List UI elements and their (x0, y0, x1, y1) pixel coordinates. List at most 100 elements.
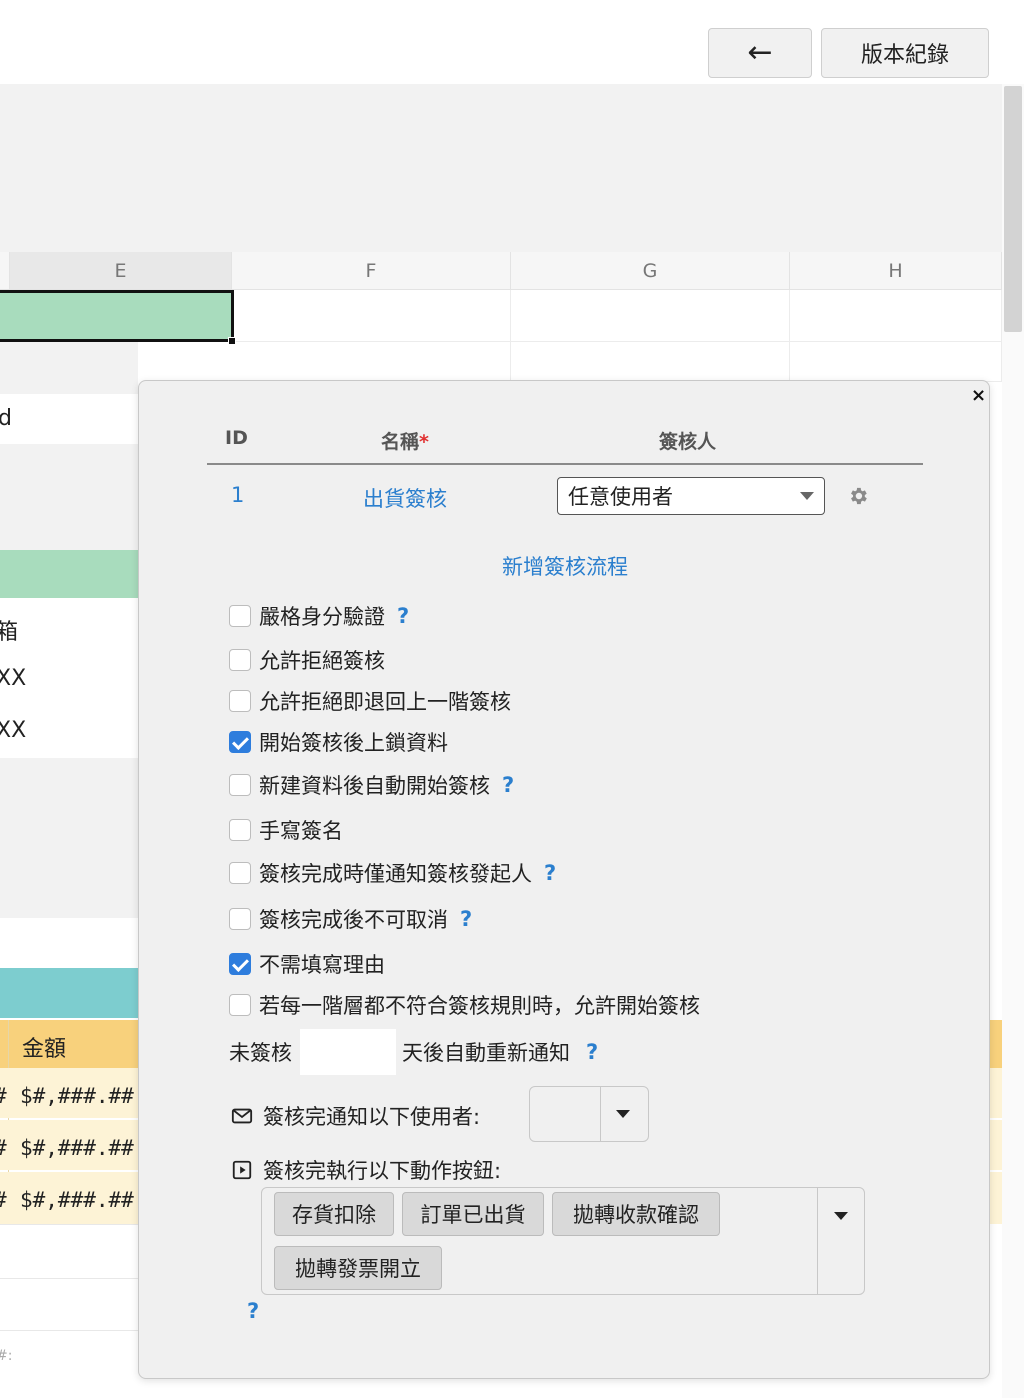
chevron-down-icon[interactable] (834, 1212, 848, 1220)
help-icon[interactable]: ? (247, 1299, 259, 1323)
cell[interactable] (232, 290, 511, 342)
checkbox[interactable] (229, 690, 251, 712)
amount-header-cell (0, 1020, 138, 1068)
checkbox-checked[interactable] (229, 731, 251, 753)
row-band (0, 444, 138, 502)
play-square-icon (232, 1160, 252, 1180)
amount-cell: $#,###.## (20, 1136, 134, 1160)
column-name-header: 名稱* (381, 427, 429, 454)
option-allow-reject[interactable]: 允許拒絕簽核 (229, 647, 385, 673)
cell[interactable] (511, 290, 790, 342)
option-auto-start[interactable]: 新建資料後自動開始簽核 ? (229, 772, 514, 798)
option-label: 允許拒絕簽核 (259, 649, 385, 673)
help-icon[interactable]: ? (460, 907, 472, 931)
action-tag-invoice-issue[interactable]: 拋轉發票開立 (274, 1246, 442, 1290)
close-icon[interactable]: × (971, 385, 986, 406)
gear-icon[interactable] (847, 485, 869, 507)
notify-users-label: 簽核完通知以下使用者: (263, 1105, 481, 1129)
action-buttons-row: 簽核完執行以下動作按鈕: (231, 1155, 501, 1185)
help-icon[interactable]: ? (586, 1040, 598, 1064)
option-no-cancel[interactable]: 簽核完成後不可取消 ? (229, 906, 472, 932)
teal-row (0, 968, 138, 1018)
help-icon[interactable]: ? (397, 604, 409, 628)
notify-users-row: 簽核完通知以下使用者: (231, 1089, 480, 1143)
amount-row (990, 1172, 1002, 1224)
help-icon[interactable]: ? (502, 773, 514, 797)
cell[interactable] (232, 342, 511, 382)
cell-text-fragment: XX (0, 666, 27, 691)
column-header-h[interactable]: H (790, 252, 1002, 290)
option-label: 簽核完成後不可取消 (259, 908, 448, 932)
checkbox[interactable] (229, 908, 251, 930)
option-label: 若每一階層都不符合簽核規則時，允許開始簽核 (259, 994, 700, 1018)
option-handwritten-signature[interactable]: 手寫簽名 (229, 817, 343, 843)
cell[interactable] (790, 342, 1002, 382)
amount-row (990, 1068, 1002, 1118)
version-history-button[interactable]: 版本紀錄 (821, 28, 989, 78)
top-toolbar: ← 版本紀錄 (0, 0, 1024, 84)
option-label: 開始簽核後上鎖資料 (259, 731, 448, 755)
selected-cell[interactable] (0, 290, 234, 342)
column-header-g[interactable]: G (511, 252, 790, 290)
renotify-days-row: 未簽核 天後自動重新通知 ? (229, 1029, 598, 1075)
approver-select[interactable]: 任意使用者 (557, 477, 825, 515)
column-id-header: ID (225, 427, 248, 449)
row-prefix: # (0, 1188, 7, 1212)
row-prefix: # (0, 1084, 7, 1108)
envelope-icon (231, 1108, 253, 1124)
checkbox[interactable] (229, 605, 251, 627)
required-mark: * (419, 431, 429, 453)
option-allow-start-no-rule[interactable]: 若每一階層都不符合簽核規則時，允許開始簽核 (229, 992, 700, 1018)
checkbox[interactable] (229, 819, 251, 841)
green-row (0, 550, 138, 598)
option-no-reason[interactable]: 不需填寫理由 (229, 951, 385, 977)
column-header-d[interactable] (0, 252, 10, 290)
cell-text-fragment: 箱 (0, 620, 19, 645)
action-tag-inventory-deduct[interactable]: 存貨扣除 (274, 1192, 394, 1236)
action-buttons-label: 簽核完執行以下動作按鈕: (263, 1159, 502, 1183)
help-icon[interactable]: ? (544, 861, 556, 885)
amount-header: 金額 (22, 1037, 67, 1062)
checkbox[interactable] (229, 774, 251, 796)
chevron-down-icon[interactable] (616, 1110, 630, 1118)
checkbox[interactable] (229, 649, 251, 671)
arrow-left-icon: ← (747, 35, 773, 70)
back-button[interactable]: ← (708, 28, 812, 78)
column-header-f[interactable]: F (232, 252, 511, 290)
option-lock-data[interactable]: 開始簽核後上鎖資料 (229, 729, 448, 755)
scrollbar-thumb[interactable] (1004, 86, 1022, 332)
option-label: 簽核完成時僅通知簽核發起人 (259, 862, 532, 886)
approval-settings-dialog: × ID 名稱* 簽核人 1 出貨簽核 任意使用者 新增簽核流程 嚴格身分驗證 … (138, 380, 990, 1379)
row-divider (0, 1224, 138, 1225)
option-label: 嚴格身分驗證 (259, 605, 385, 629)
chevron-down-icon (800, 492, 814, 500)
flow-id: 1 (231, 483, 245, 507)
option-label: 手寫簽名 (259, 819, 343, 843)
row-prefix: # (0, 1136, 7, 1160)
action-buttons-select[interactable]: 存貨扣除 訂單已出貨 拋轉收款確認 拋轉發票開立 (261, 1187, 865, 1295)
add-flow-link[interactable]: 新增簽核流程 (139, 551, 991, 581)
notify-users-select[interactable] (529, 1086, 649, 1142)
option-label: 新建資料後自動開始簽核 (259, 774, 490, 798)
checkbox[interactable] (229, 994, 251, 1016)
amount-header-cell (990, 1020, 1002, 1068)
option-notify-initiator[interactable]: 簽核完成時僅通知簽核發起人 ? (229, 860, 556, 886)
action-tag-payment-confirm[interactable]: 拋轉收款確認 (552, 1192, 720, 1236)
amount-cell: $#,###.## (20, 1084, 134, 1108)
cell[interactable] (790, 290, 1002, 342)
row-band (0, 394, 138, 444)
flow-name-link[interactable]: 出貨簽核 (363, 483, 447, 513)
cell[interactable] (511, 342, 790, 382)
checkbox-checked[interactable] (229, 953, 251, 975)
renotify-days-input[interactable] (300, 1029, 396, 1075)
column-approver-header: 簽核人 (659, 431, 717, 453)
row-divider (0, 1278, 138, 1279)
cell-text-fragment: d (0, 406, 12, 431)
fill-handle[interactable] (228, 337, 236, 345)
option-strict-identity[interactable]: 嚴格身分驗證 ? (229, 603, 409, 629)
column-header-e[interactable]: E (10, 252, 232, 290)
action-tag-order-shipped[interactable]: 訂單已出貨 (402, 1192, 544, 1236)
checkbox[interactable] (229, 862, 251, 884)
sheet-header-area (0, 84, 1002, 252)
option-reject-return-previous[interactable]: 允許拒絕即退回上一階簽核 (229, 688, 511, 714)
